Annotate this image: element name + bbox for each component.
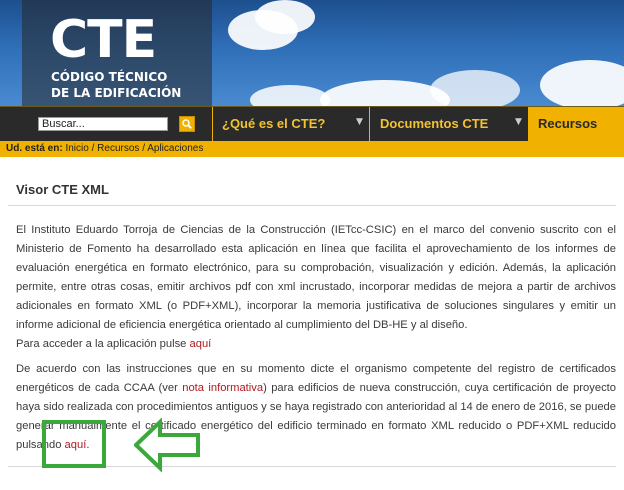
logo-subtitle-line1: CÓDIGO TÉCNICO <box>51 70 168 84</box>
cloud-graphic <box>250 85 330 106</box>
nav-item-label: Recursos <box>538 116 598 131</box>
search-button[interactable] <box>179 116 195 132</box>
breadcrumb-link-aplicaciones[interactable]: Aplicaciones <box>147 143 203 154</box>
header-banner: CTE CÓDIGO TÉCNICO DE LA EDIFICACIÓN <box>0 0 624 106</box>
nav-divider <box>212 107 213 141</box>
intro-paragraph: El Instituto Eduardo Torroja de Ciencias… <box>16 224 616 331</box>
nav-item-documentos-cte[interactable]: Documentos CTE <box>380 107 488 141</box>
breadcrumb-link-recursos[interactable]: Recursos <box>97 143 139 154</box>
cloud-graphic <box>255 0 315 34</box>
chevron-down-icon: ▼ <box>515 117 522 127</box>
page-title: Visor CTE XML <box>16 182 109 197</box>
main-navbar: ¿Qué es el CTE? ▼ Documentos CTE ▼ Recur… <box>0 106 624 141</box>
logo-subtitle-line2: DE LA EDIFICACIÓN <box>51 86 182 100</box>
breadcrumb-link-inicio[interactable]: Inicio <box>65 143 88 154</box>
chevron-down-icon: ▼ <box>356 117 363 127</box>
breadcrumb-separator: / <box>142 143 145 154</box>
breadcrumb-separator: / <box>91 143 95 154</box>
logo-title: CTE <box>50 10 157 70</box>
search-icon <box>182 119 192 129</box>
cloud-graphic <box>430 70 520 106</box>
highlight-box-annotation <box>42 420 106 468</box>
divider <box>8 205 616 206</box>
breadcrumb-prefix: Ud. está en: <box>6 143 63 154</box>
access-app-link[interactable]: aquí <box>190 338 212 350</box>
nav-divider <box>369 107 370 141</box>
search-input[interactable] <box>38 117 168 131</box>
breadcrumb: Ud. está en: Inicio / Recursos / Aplicac… <box>0 141 624 157</box>
nav-item-recursos[interactable]: Recursos <box>528 107 624 141</box>
nota-informativa-link[interactable]: nota informativa <box>182 382 263 394</box>
cloud-graphic <box>540 60 624 106</box>
nav-item-que-es-cte[interactable]: ¿Qué es el CTE? <box>222 107 325 141</box>
access-text: Para acceder a la aplicación pulse <box>16 338 187 350</box>
access-paragraph: Para acceder a la aplicación pulse aquí <box>16 335 616 354</box>
instructions-paragraph: De acuerdo con las instrucciones que en … <box>16 360 616 455</box>
left-arrow-icon <box>134 418 200 472</box>
